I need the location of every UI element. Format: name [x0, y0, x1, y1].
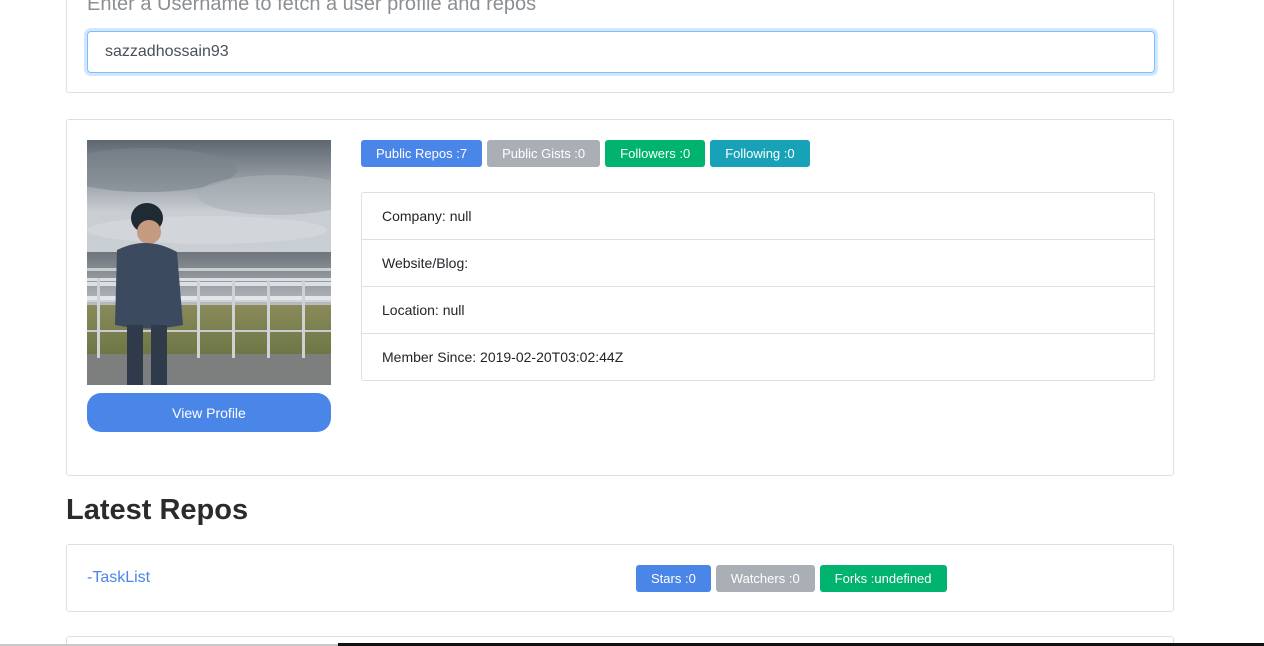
repo-link[interactable]: -TaskList [87, 569, 150, 587]
view-profile-button[interactable]: View Profile [87, 393, 331, 432]
repo-card: -TaskList Stars :0 Watchers :0 Forks :un… [66, 544, 1174, 612]
avatar-photo [87, 140, 331, 385]
watchers-badge: Watchers :0 [715, 565, 815, 592]
search-card: Enter a Username to fetch a user profile… [66, 0, 1174, 93]
followers-badge: Followers :0 [605, 140, 706, 167]
location-item: Location: null [362, 287, 1154, 334]
stars-badge: Stars :0 [636, 565, 711, 592]
public-repos-badge: Public Repos :7 [361, 140, 483, 167]
following-badge: Following :0 [710, 140, 810, 167]
public-gists-badge: Public Gists :0 [487, 140, 601, 167]
company-item: Company: null [362, 193, 1154, 240]
website-item: Website/Blog: [362, 240, 1154, 287]
username-search-input[interactable] [87, 31, 1155, 73]
page: Enter a Username to fetch a user profile… [0, 0, 1264, 646]
member-since-item: Member Since: 2019-02-20T03:02:44Z [382, 349, 624, 365]
profile-card: View Profile Public Repos :7 Public Gist… [66, 119, 1174, 476]
repo-stats-badges: Stars :0 Watchers :0 Forks :undefined [636, 565, 947, 592]
avatar [87, 140, 331, 385]
forks-badge: Forks :undefined [819, 565, 947, 592]
profile-stats-badges: Public Repos :7 Public Gists :0 Follower… [361, 140, 810, 167]
latest-repos-title: Latest Repos [66, 494, 249, 526]
search-hint: Enter a Username to fetch a user profile… [87, 0, 537, 15]
profile-info-list: Company: null Website/Blog: Location: nu… [361, 192, 1155, 381]
